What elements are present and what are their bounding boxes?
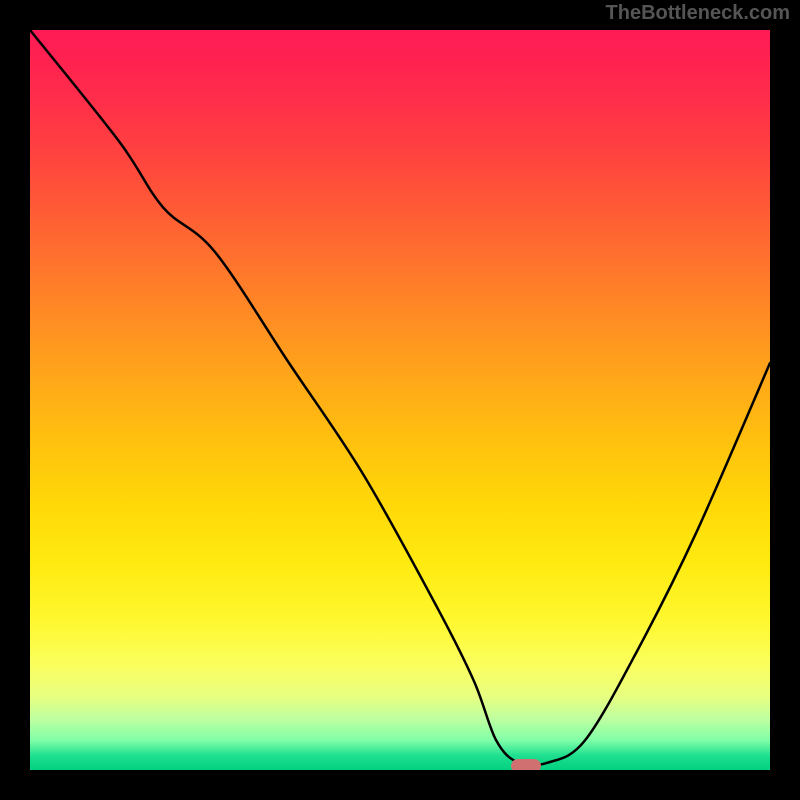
plot-area xyxy=(30,30,770,770)
watermark-text: TheBottleneck.com xyxy=(606,2,790,25)
curve-svg xyxy=(30,30,770,770)
bottleneck-curve xyxy=(30,30,770,765)
optimal-marker xyxy=(511,759,541,770)
chart-container: TheBottleneck.com xyxy=(0,0,800,800)
